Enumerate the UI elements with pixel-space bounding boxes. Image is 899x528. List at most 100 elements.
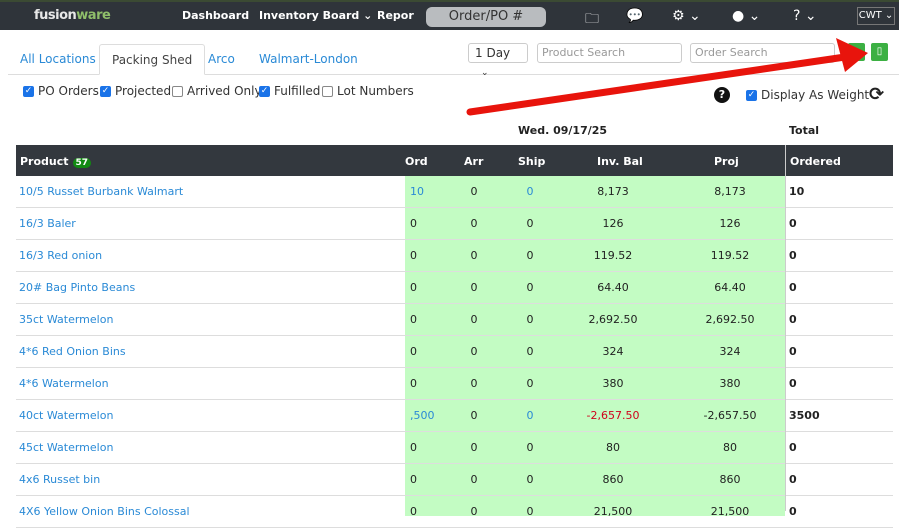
proj-value: 80: [723, 441, 737, 454]
unit-select[interactable]: CWT ⌄: [857, 7, 895, 25]
ordered-total-value: 0: [789, 217, 797, 230]
ordered-total-value: 0: [789, 441, 797, 454]
ordered-total-value: 0: [789, 377, 797, 390]
arr-value: 0: [470, 345, 478, 358]
ship-value: 0: [526, 441, 534, 454]
lot-numbers-checkbox[interactable]: Lot Numbers: [322, 84, 414, 98]
chevron-down-icon: ⌄: [363, 9, 373, 22]
display-as-weight-checkbox[interactable]: ✓ Display As Weight: [746, 88, 869, 102]
table-row: 4X6 Yellow Onion Bins Colossal 0 0 0 21,…: [16, 496, 893, 528]
ord-value: 0: [410, 377, 417, 390]
nav-inventory-board[interactable]: Inventory Board ⌄: [259, 9, 372, 22]
order-search-input[interactable]: Order Search: [690, 43, 835, 63]
table-row: 20# Bag Pinto Beans 0 0 0 64.40 64.40 0: [16, 272, 893, 304]
product-link[interactable]: 4*6 Watermelon: [19, 377, 109, 390]
green-button[interactable]: [848, 43, 865, 61]
order-po-search[interactable]: Order/PO #: [426, 7, 546, 27]
proj-value: 21,500: [710, 505, 750, 518]
ord-value[interactable]: 10: [410, 185, 424, 198]
proj-value: 860: [719, 473, 741, 486]
ord-value[interactable]: ,500: [410, 409, 435, 422]
refresh-icon[interactable]: ⟳: [869, 84, 884, 105]
ordered-total-value: 10: [789, 185, 805, 198]
tab-walmart-london[interactable]: Walmart-London: [247, 44, 370, 75]
chat-icon[interactable]: 💬: [626, 8, 643, 24]
arrived-only-checkbox[interactable]: Arrived Only: [172, 84, 262, 98]
inv-bal-column-header[interactable]: Inv. Bal: [597, 155, 643, 168]
ordered-total-value: 3500: [789, 409, 820, 422]
arr-value: 0: [470, 281, 478, 294]
tab-packing-shed[interactable]: Packing Shed: [99, 44, 206, 75]
table-row: 16/3 Red onion 0 0 0 119.52 119.52 0: [16, 240, 893, 272]
ship-value[interactable]: 0: [524, 185, 536, 198]
inv-bal-value: 119.52: [593, 249, 633, 262]
product-count-badge: 57: [72, 158, 92, 168]
inv-bal-value: 8,173: [597, 185, 629, 198]
table-row: 16/3 Baler 0 0 0 126 126 0: [16, 208, 893, 240]
proj-column-header[interactable]: Proj: [714, 155, 739, 168]
proj-value: 126: [719, 217, 741, 230]
ord-value: 0: [410, 281, 417, 294]
projected-checkbox[interactable]: ✓ Projected: [100, 84, 171, 98]
inv-bal-value: 380: [602, 377, 624, 390]
arr-value: 0: [470, 249, 478, 262]
product-link[interactable]: 4x6 Russet bin: [19, 473, 100, 486]
ship-value: 0: [526, 249, 534, 262]
tab-all-locations[interactable]: All Locations: [8, 44, 108, 75]
range-select[interactable]: 1 Day ⌄: [468, 43, 528, 78]
help-icon[interactable]: ?: [714, 87, 730, 103]
fulfilled-checkbox[interactable]: ✓ Fulfilled: [259, 84, 320, 98]
table-row: 4*6 Watermelon 0 0 0 380 380 0: [16, 368, 893, 400]
arr-value: 0: [470, 377, 478, 390]
ord-value: 0: [410, 249, 417, 262]
nav-reports[interactable]: Repor: [377, 9, 414, 22]
user-icon[interactable]: ● ⌄: [732, 8, 760, 24]
proj-value: -2,657.50: [703, 409, 757, 422]
arr-column-header[interactable]: Arr: [464, 155, 483, 168]
product-search-input[interactable]: Product Search: [537, 43, 682, 63]
ord-value: 0: [410, 217, 417, 230]
ord-column-header[interactable]: Ord: [405, 155, 428, 168]
product-link[interactable]: 10/5 Russet Burbank Walmart: [19, 185, 183, 198]
product-link[interactable]: 35ct Watermelon: [19, 313, 113, 326]
ord-value: 0: [410, 345, 417, 358]
table-row: 40ct Watermelon ,500 0 0 -2,657.50 -2,65…: [16, 400, 893, 432]
ship-column-header[interactable]: Ship: [518, 155, 545, 168]
arr-value: 0: [470, 185, 478, 198]
help-icon[interactable]: ? ⌄: [793, 8, 817, 24]
arr-value: 0: [470, 409, 478, 422]
proj-value: 324: [719, 345, 741, 358]
date-header: Wed. 09/17/25: [518, 124, 608, 137]
arr-value: 0: [470, 441, 478, 454]
product-link[interactable]: 16/3 Red onion: [19, 249, 102, 262]
add-folder-icon[interactable]: 🗀: [585, 8, 599, 32]
ship-value[interactable]: 0: [524, 409, 536, 422]
proj-value: 119.52: [710, 249, 750, 262]
ordered-total-value: 0: [789, 505, 797, 518]
po-orders-checkbox[interactable]: ✓ PO Orders: [23, 84, 99, 98]
gear-icon[interactable]: ⚙ ⌄: [672, 8, 701, 24]
export-excel-button[interactable]: ▯: [871, 43, 888, 61]
ship-value: 0: [526, 377, 534, 390]
arr-value: 0: [470, 217, 478, 230]
total-separator: [785, 145, 786, 511]
product-link[interactable]: 16/3 Baler: [19, 217, 76, 230]
table-row: 35ct Watermelon 0 0 0 2,692.50 2,692.50 …: [16, 304, 893, 336]
logo[interactable]: fusionware: [34, 8, 111, 23]
product-column-header[interactable]: Product 57: [20, 155, 92, 168]
top-navbar: fusionware Dashboard Inventory Board ⌄ R…: [0, 0, 899, 30]
product-link[interactable]: 40ct Watermelon: [19, 409, 113, 422]
ordered-column-header[interactable]: Ordered: [790, 155, 841, 168]
product-link[interactable]: 4X6 Yellow Onion Bins Colossal: [19, 505, 190, 518]
product-link[interactable]: 4*6 Red Onion Bins: [19, 345, 126, 358]
inv-bal-value: 324: [602, 345, 624, 358]
ord-value: 0: [410, 441, 417, 454]
product-link[interactable]: 20# Bag Pinto Beans: [19, 281, 135, 294]
product-link[interactable]: 45ct Watermelon: [19, 441, 113, 454]
tab-arco[interactable]: Arco: [196, 44, 247, 75]
inv-bal-value: -2,657.50: [586, 409, 640, 422]
nav-dashboard[interactable]: Dashboard: [182, 9, 249, 22]
ship-value: 0: [526, 345, 534, 358]
proj-value: 8,173: [714, 185, 746, 198]
proj-value: 380: [719, 377, 741, 390]
